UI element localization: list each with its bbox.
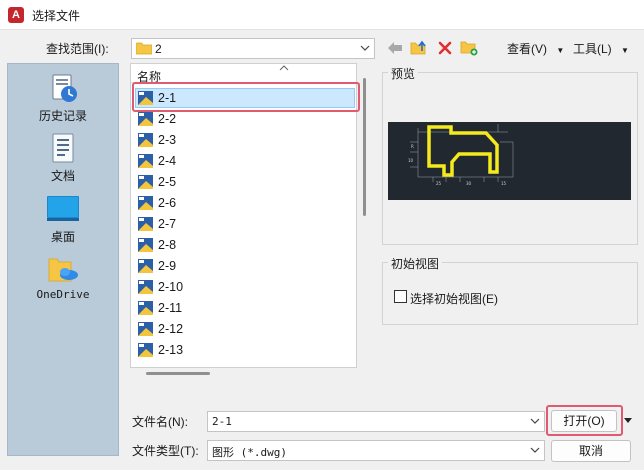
lookin-combo[interactable]: 2	[131, 38, 375, 59]
filename-combo[interactable]: 2-1	[207, 411, 545, 432]
file-name: 2-9	[158, 259, 177, 273]
place-onedrive[interactable]: OneDrive	[8, 253, 118, 301]
folder-icon	[136, 42, 152, 55]
list-header[interactable]: 名称	[131, 64, 356, 84]
open-dropdown-arrow-icon	[624, 418, 632, 423]
dwg-thumbnail-image: R 10 25 30 15	[408, 124, 514, 186]
autocad-app-icon: A	[8, 7, 24, 23]
file-row[interactable]: 2-2	[135, 109, 355, 129]
title-bar: A 选择文件	[0, 0, 644, 30]
svg-text:10: 10	[408, 158, 414, 163]
dwg-file-icon	[138, 154, 153, 168]
place-desktop[interactable]: 桌面	[8, 193, 118, 245]
file-name: 2-12	[158, 322, 184, 336]
place-onedrive-label: OneDrive	[36, 288, 90, 301]
filetype-label: 文件类型(T):	[132, 444, 199, 458]
tools-menu[interactable]: 工具(L) ▼	[573, 40, 629, 57]
initial-view-label: 初始视图	[388, 255, 443, 272]
back-button[interactable]	[385, 38, 405, 58]
desktop-icon	[47, 196, 79, 221]
svg-text:R: R	[411, 144, 414, 149]
svg-text:30: 30	[466, 181, 472, 186]
onedrive-icon	[48, 258, 78, 282]
file-name: 2-7	[158, 217, 177, 231]
place-documents-label: 文档	[50, 169, 75, 183]
open-options-dropdown[interactable]	[622, 411, 634, 431]
dwg-file-icon	[138, 280, 153, 294]
file-row[interactable]: 2-4	[135, 151, 355, 171]
file-name: 2-3	[158, 133, 177, 147]
dwg-file-icon	[138, 112, 153, 126]
dwg-file-icon	[138, 301, 153, 315]
delete-button[interactable]	[435, 38, 455, 58]
file-row[interactable]: 2-10	[135, 277, 355, 297]
file-name: 2-6	[158, 196, 177, 210]
file-row[interactable]: 2-6	[135, 193, 355, 213]
place-history[interactable]: 历史记录	[8, 72, 118, 124]
filetype-combo[interactable]: 图形 (*.dwg)	[207, 440, 545, 461]
initial-view-checkbox[interactable]	[394, 290, 407, 303]
initial-view-checkbox-label[interactable]: 选择初始视图(E)	[410, 290, 498, 307]
file-row[interactable]: 2-12	[135, 319, 355, 339]
lookin-value: 2	[155, 42, 162, 56]
dwg-file-icon	[138, 343, 153, 357]
drawing-preview: R 10 25 30 15	[388, 122, 631, 200]
dwg-file-icon	[138, 322, 153, 336]
folder-up-icon	[410, 40, 426, 55]
cancel-button[interactable]: 取消	[551, 440, 631, 462]
file-name: 2-11	[158, 301, 183, 315]
filetype-chevron-down-icon	[530, 447, 540, 453]
file-row[interactable]: 2-5	[135, 172, 355, 192]
tools-menu-label: 工具(L)	[573, 42, 612, 56]
dwg-file-icon	[138, 175, 153, 189]
lookin-label: 查找范围(I):	[46, 42, 109, 56]
file-name: 2-4	[158, 154, 177, 168]
open-button-highlight	[546, 405, 623, 436]
documents-icon	[52, 133, 74, 163]
history-icon	[52, 74, 77, 102]
dwg-file-icon	[138, 217, 153, 231]
filetype-value: 图形 (*.dwg)	[212, 446, 287, 459]
place-history-label: 历史记录	[38, 109, 87, 123]
vertical-scrollbar[interactable]	[363, 78, 366, 216]
file-row[interactable]: 2-11	[135, 298, 355, 318]
svg-text:15: 15	[501, 181, 507, 186]
filename-label: 文件名(N):	[132, 415, 188, 429]
view-dropdown-arrow-icon: ▼	[556, 46, 565, 55]
delete-x-icon	[438, 41, 452, 55]
file-name: 2-8	[158, 238, 177, 252]
tools-dropdown-arrow-icon: ▼	[621, 46, 629, 55]
place-desktop-label: 桌面	[50, 230, 75, 244]
file-name: 2-5	[158, 175, 177, 189]
file-row[interactable]: 2-13	[135, 340, 355, 360]
dwg-file-icon	[138, 133, 153, 147]
file-row[interactable]: 2-8	[135, 235, 355, 255]
file-row[interactable]: 2-3	[135, 130, 355, 150]
dwg-file-icon	[138, 259, 153, 273]
file-name: 2-10	[158, 280, 184, 294]
view-menu-label: 查看(V)	[507, 42, 547, 56]
window-title: 选择文件	[32, 9, 81, 23]
filename-value: 2-1	[212, 415, 232, 428]
filename-chevron-down-icon	[530, 418, 540, 424]
dwg-file-icon	[138, 196, 153, 210]
chevron-down-icon	[360, 45, 370, 51]
file-row[interactable]: 2-9	[135, 256, 355, 276]
back-arrow-icon	[388, 42, 402, 54]
new-folder-button[interactable]	[459, 38, 479, 58]
sort-up-chevron-icon	[279, 65, 289, 71]
file-name: 2-2	[158, 112, 177, 126]
horizontal-scrollbar[interactable]	[146, 372, 210, 375]
place-documents[interactable]: 文档	[8, 132, 118, 184]
selected-file-highlight	[132, 82, 360, 112]
up-folder-button[interactable]	[409, 38, 429, 58]
view-menu[interactable]: 查看(V) ▼	[507, 40, 564, 57]
dwg-file-icon	[138, 238, 153, 252]
new-folder-icon	[460, 41, 478, 56]
file-name: 2-13	[158, 343, 184, 357]
preview-label: 预览	[388, 65, 419, 82]
file-row[interactable]: 2-7	[135, 214, 355, 234]
svg-text:25: 25	[436, 181, 442, 186]
places-bar: 历史记录 文档 桌面 OneDrive	[7, 63, 119, 456]
